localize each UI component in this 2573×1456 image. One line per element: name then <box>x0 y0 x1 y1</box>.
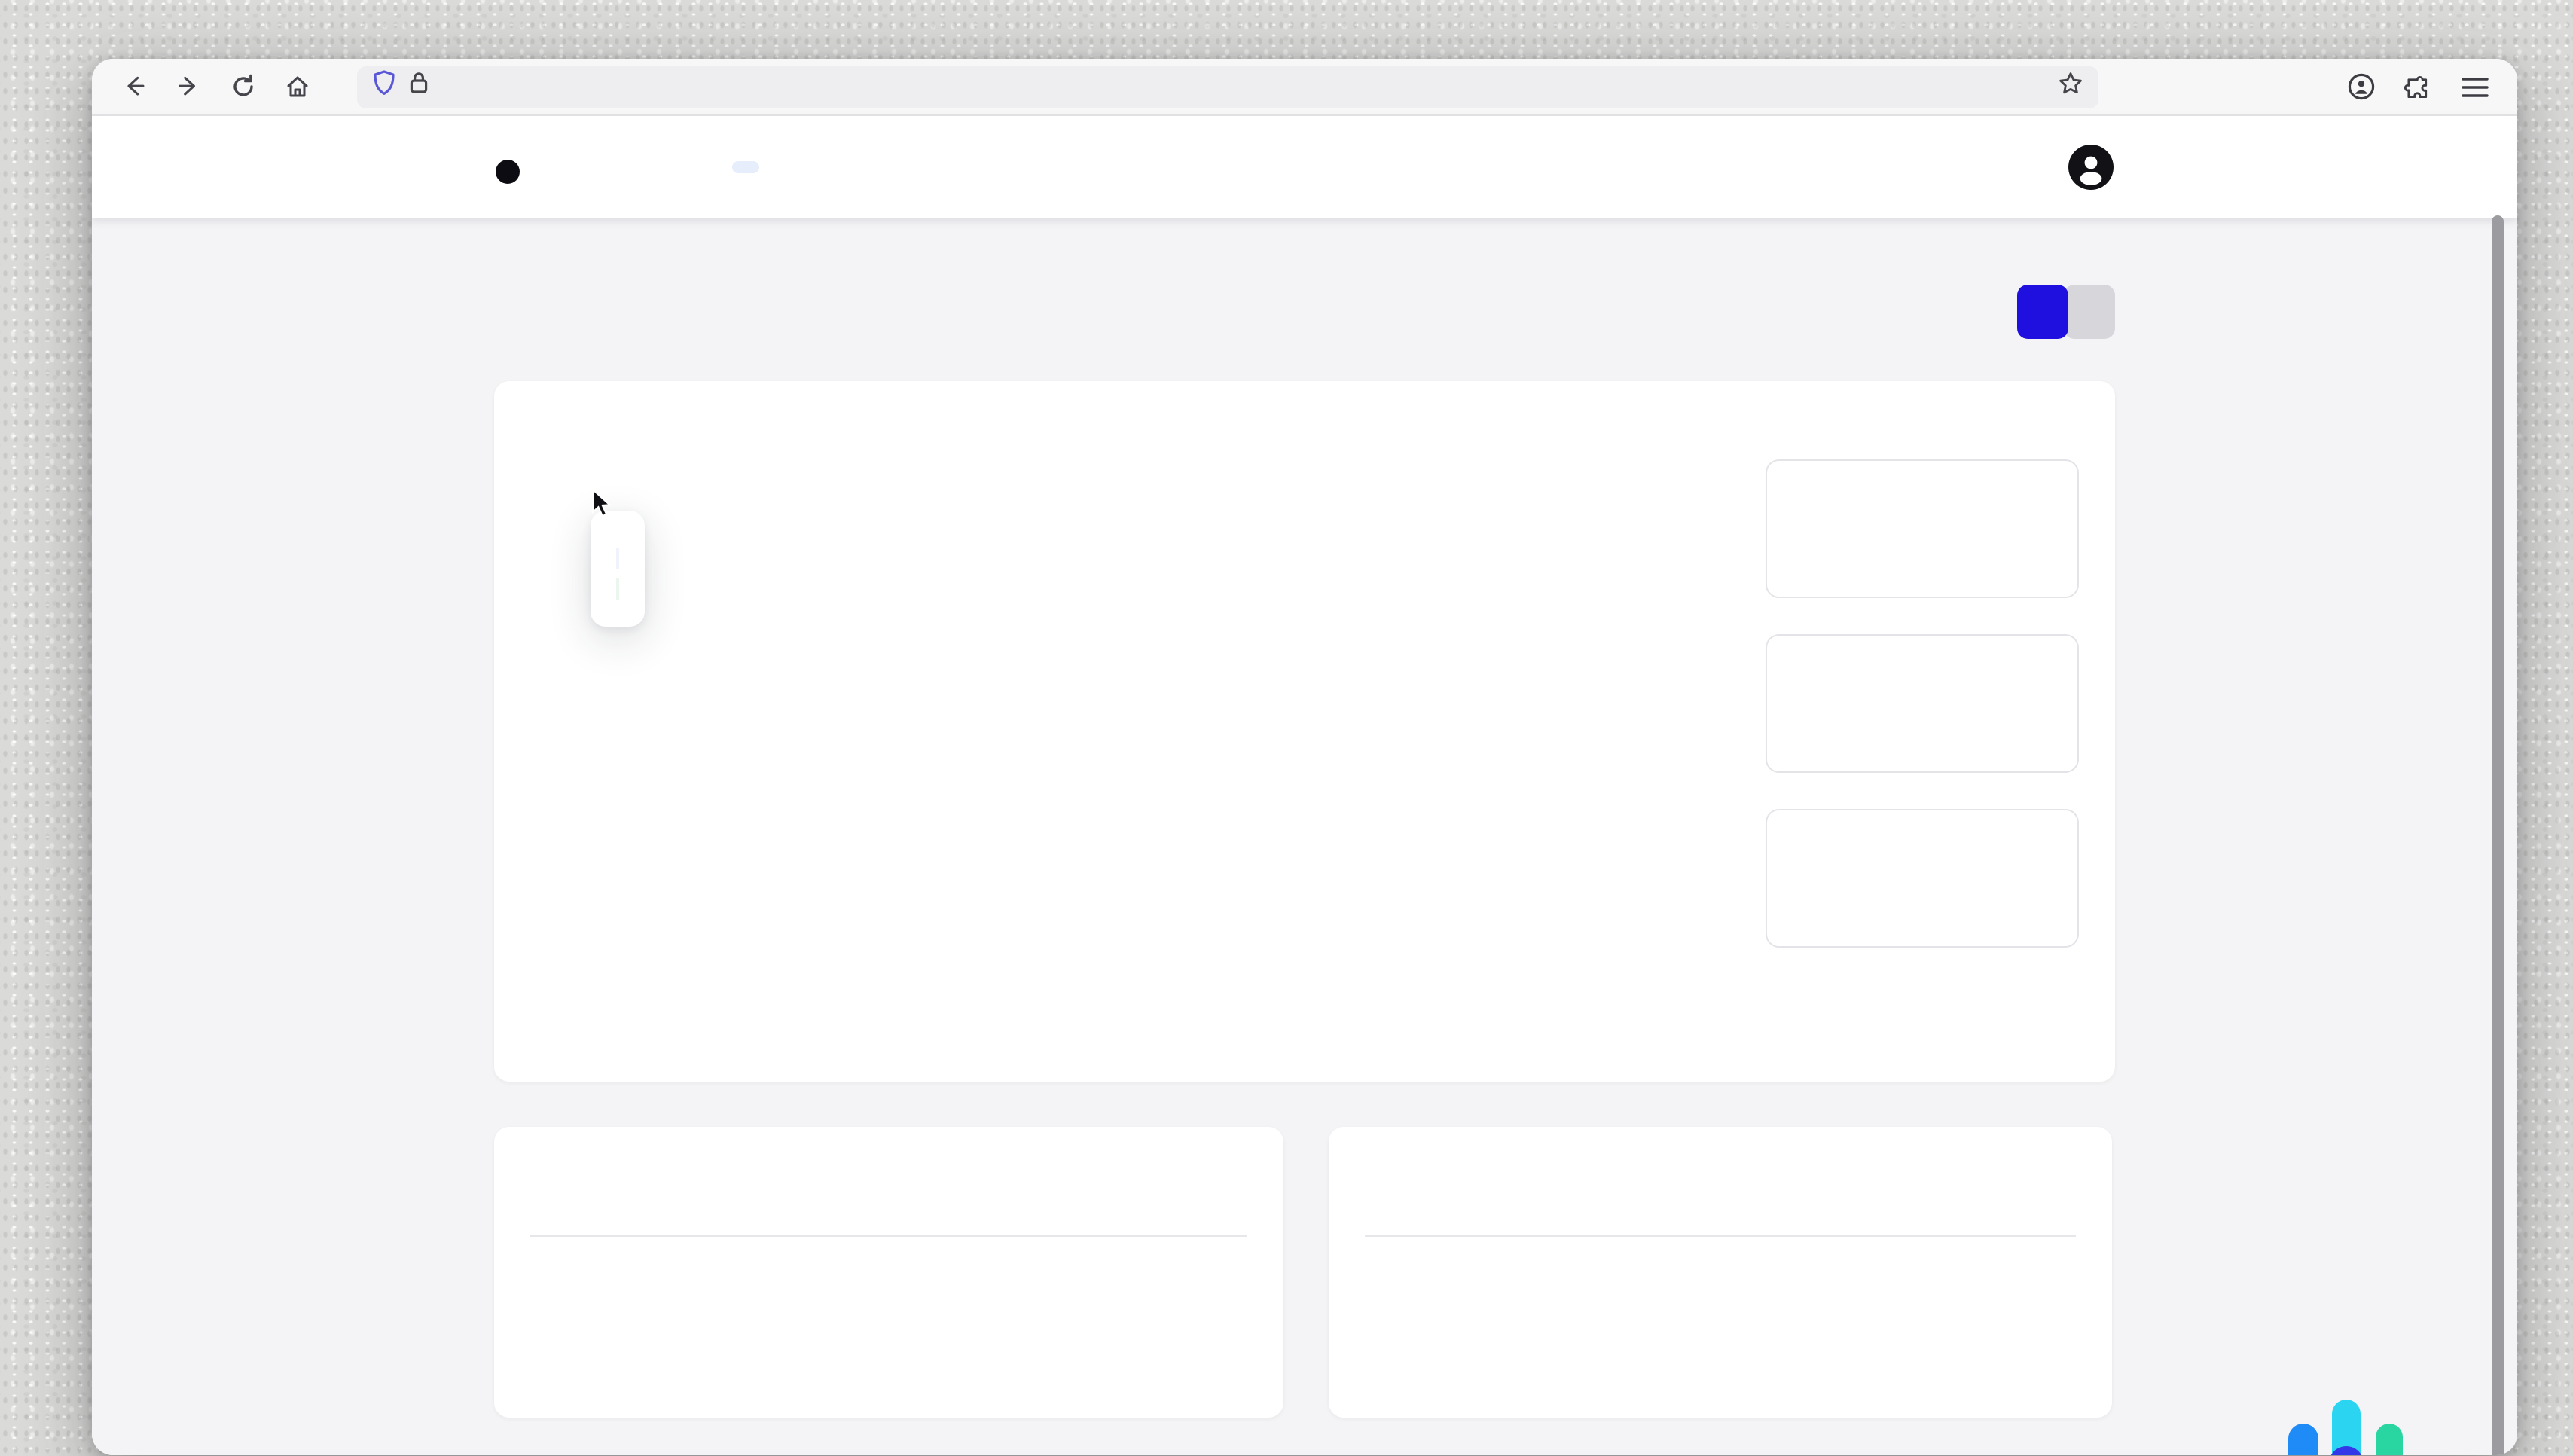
chart-y-axis <box>530 459 591 939</box>
stat-completed <box>1766 809 2079 948</box>
bookmark-star-icon[interactable] <box>2058 70 2083 103</box>
extensions-puzzle-icon[interactable] <box>2397 66 2439 108</box>
lock-icon[interactable] <box>408 71 429 102</box>
mouse-cursor <box>591 488 613 527</box>
desktop-background <box>0 0 2573 1456</box>
chart-plot-area[interactable] <box>591 459 1737 939</box>
account-icon[interactable] <box>2340 66 2382 108</box>
completed-dot-icon <box>1793 833 1809 850</box>
chart-tooltip <box>591 511 645 627</box>
tooltip-completed-row <box>616 574 619 604</box>
shield-icon[interactable] <box>372 69 396 104</box>
browser-toolbar <box>92 59 2517 116</box>
new-badge <box>732 161 759 173</box>
suppression-card <box>1329 1127 2112 1418</box>
site-navbar <box>92 116 2517 218</box>
incogni-loader-graphic <box>2288 1400 2409 1455</box>
time-saved-card <box>494 1127 1283 1418</box>
toggle-month-button[interactable] <box>2064 285 2115 339</box>
removal-requests-card <box>494 381 2115 1082</box>
incogni-logo[interactable] <box>494 151 521 184</box>
period-toggle <box>2017 285 2115 339</box>
home-button[interactable] <box>276 66 318 108</box>
logo-dot <box>496 160 520 184</box>
chart-stats-column <box>1766 459 2079 948</box>
page-scrollbar[interactable] <box>2492 215 2504 1455</box>
tooltip-in-progress-row <box>616 544 619 574</box>
url-bar[interactable] <box>357 66 2098 108</box>
back-button[interactable] <box>113 66 155 108</box>
menu-hamburger-icon[interactable] <box>2454 66 2496 108</box>
user-avatar[interactable] <box>2067 143 2115 191</box>
dashboard-content <box>494 218 2115 1418</box>
stat-total-sent <box>1766 459 2079 598</box>
loader-bar-green <box>2376 1424 2403 1455</box>
page-body <box>92 116 2517 1455</box>
toggle-total-button[interactable] <box>2017 285 2068 339</box>
browser-window <box>92 59 2517 1455</box>
divider <box>1365 1235 2076 1237</box>
loader-bar-blue <box>2288 1424 2318 1455</box>
forward-button[interactable] <box>167 66 209 108</box>
in-progress-dot-icon <box>1793 658 1809 675</box>
divider <box>530 1235 1247 1237</box>
stat-in-progress <box>1766 634 2079 773</box>
reload-button[interactable] <box>221 66 264 108</box>
total-sent-dot-icon <box>1793 484 1809 500</box>
area-chart[interactable] <box>591 459 1737 939</box>
